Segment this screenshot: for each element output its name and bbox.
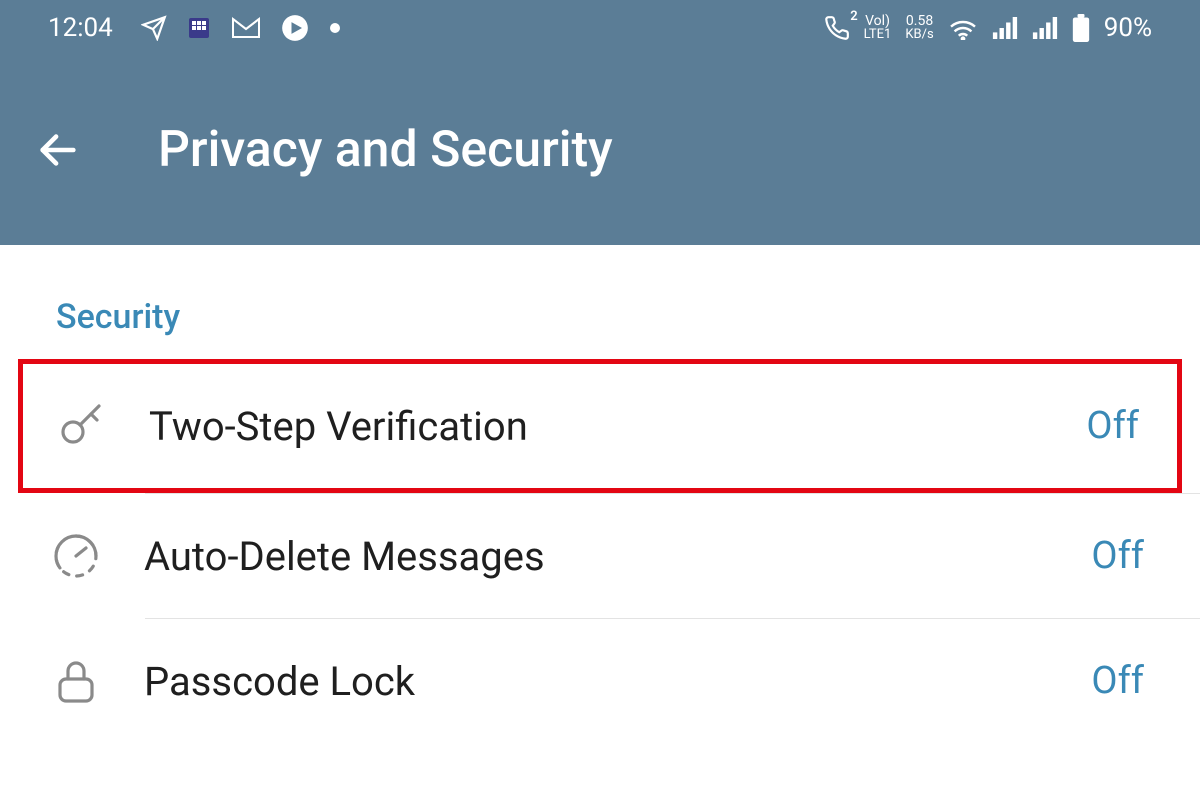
row-value: Off xyxy=(1086,404,1139,448)
network-speed-indicator: 0.58 KB/s xyxy=(905,14,933,41)
page-title: Privacy and Security xyxy=(158,121,613,179)
row-label: Two-Step Verification xyxy=(149,403,1086,450)
send-icon xyxy=(141,15,167,41)
phone-icon: 2 xyxy=(824,15,850,41)
back-button[interactable] xyxy=(28,120,88,180)
section-header-security: Security xyxy=(0,245,1200,359)
arrow-left-icon xyxy=(35,127,81,173)
wifi-icon xyxy=(948,16,978,40)
status-bar-left: 12:04 xyxy=(48,13,341,43)
app-bar: Privacy and Security xyxy=(0,55,1200,245)
status-time: 12:04 xyxy=(48,13,113,43)
auto-delete-messages-row[interactable]: Auto-Delete Messages Off xyxy=(0,494,1200,618)
app-grid-icon xyxy=(187,16,211,40)
status-bar-right: 2 Vol) LTE1 0.58 KB/s 90% xyxy=(824,13,1152,43)
signal-bars-icon-2 xyxy=(1032,17,1058,39)
key-icon xyxy=(53,398,109,454)
battery-icon xyxy=(1072,14,1090,42)
dot-icon xyxy=(329,22,341,34)
battery-percent: 90% xyxy=(1104,13,1152,43)
network-type-indicator: Vol) LTE1 xyxy=(864,14,892,41)
security-settings-list: Two-Step Verification Off Auto-Delete Me… xyxy=(0,359,1200,743)
row-value: Off xyxy=(1091,534,1144,578)
row-label: Passcode Lock xyxy=(144,658,1091,705)
play-circle-icon xyxy=(281,14,309,42)
row-value: Off xyxy=(1091,659,1144,703)
row-label: Auto-Delete Messages xyxy=(144,533,1091,580)
lock-icon xyxy=(48,653,104,709)
signal-bars-icon xyxy=(992,17,1018,39)
timer-icon xyxy=(48,528,104,584)
gmail-icon xyxy=(231,17,261,39)
passcode-lock-row[interactable]: Passcode Lock Off xyxy=(0,619,1200,743)
two-step-verification-row[interactable]: Two-Step Verification Off xyxy=(18,359,1182,493)
status-bar: 12:04 2 Vol) LTE1 0.58 KB/s xyxy=(0,0,1200,55)
